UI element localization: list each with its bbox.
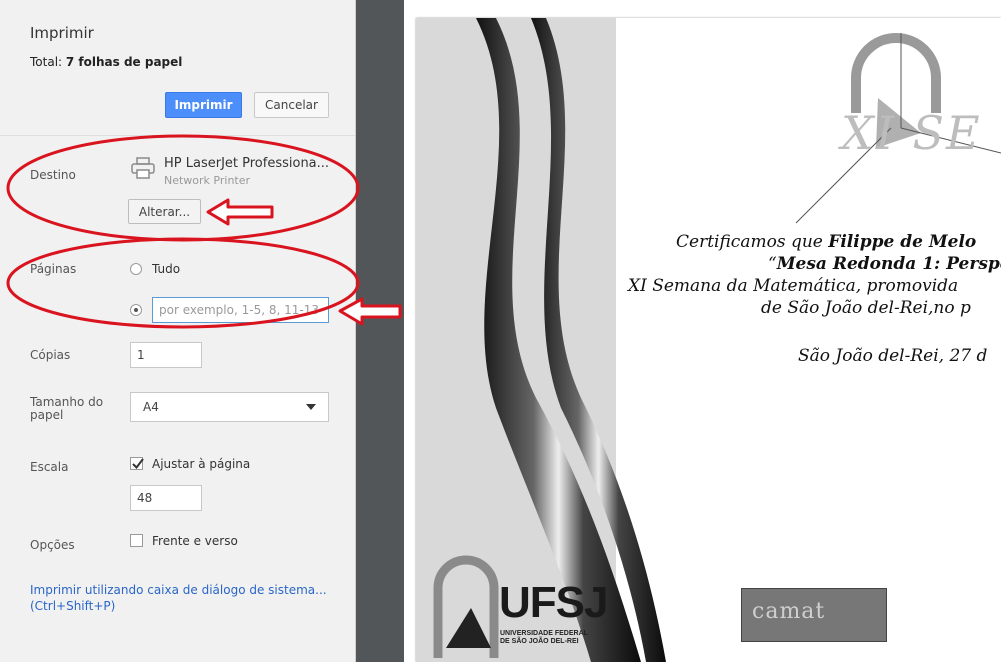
camat-logo-text: camat [752, 599, 826, 624]
chevron-down-icon [306, 404, 316, 410]
total-value: 7 folhas de papel [65, 55, 183, 69]
paper-size-value: A4 [143, 400, 159, 414]
pages-label: Páginas [30, 262, 77, 276]
preview-divider [356, 0, 404, 662]
ufsj-logo-subtitle: UNIVERSIDADE FEDERAL DE SÃO JOÃO DEL-REI [500, 630, 588, 646]
checkmark-icon [132, 458, 144, 470]
certificate-line-1: Certificamos que Filippe de Melo [676, 232, 976, 252]
system-dialog-link-line2: (Ctrl+Shift+P) [30, 599, 116, 613]
options-label: Opções [30, 538, 75, 552]
pages-custom-radio[interactable] [130, 304, 142, 316]
fit-to-page-label: Ajustar à página [152, 457, 251, 471]
printer-type: Network Printer [164, 174, 251, 187]
print-settings-panel: Imprimir Total: 7 folhas de papel Imprim… [0, 0, 356, 662]
fit-to-page-checkbox[interactable] [130, 457, 144, 470]
page-preview[interactable]: XI SE Certificamos que Filippe de Melo “… [416, 18, 1001, 662]
certificate-line-4: de São João del-Rei,no p [761, 298, 971, 318]
certificate-line-1-pre: Certificamos que [676, 232, 829, 252]
duplex-label: Frente e verso [152, 534, 238, 548]
certificate-line-3: XI Semana da Matemática, promovida [628, 276, 959, 296]
paper-size-label-line2: papel [30, 408, 64, 422]
ufsj-subtitle-line2: DE SÃO JOÃO DEL-REI [500, 638, 579, 645]
camat-logo: camat [741, 588, 887, 642]
copies-input[interactable]: 1 [130, 342, 202, 368]
dialog-title: Imprimir [30, 24, 94, 42]
ufsj-subtitle-line1: UNIVERSIDADE FEDERAL [500, 630, 588, 637]
printer-name: HP LaserJet Professiona... [164, 156, 330, 171]
paper-size-label: Tamanho do papel [30, 396, 103, 422]
destination-label: Destino [30, 168, 76, 182]
paper-size-select[interactable]: A4 [130, 392, 329, 422]
pages-all-label: Tudo [152, 262, 181, 276]
scale-label: Escala [30, 460, 69, 474]
ufsj-logo-text: UFSJ [499, 578, 608, 627]
change-destination-button[interactable]: Alterar... [128, 199, 201, 224]
scale-input[interactable]: 48 [130, 485, 202, 511]
certificate-line-2-bold: Mesa Redonda 1: Perspe [776, 254, 1001, 274]
total-sheets: Total: 7 folhas de papel [30, 55, 182, 69]
certificate-line-2-pre: “ [768, 254, 777, 274]
certificate-line-2: “Mesa Redonda 1: Perspe [768, 254, 1001, 274]
header-divider [0, 135, 355, 136]
copies-label: Cópias [30, 348, 71, 362]
system-dialog-link[interactable]: Imprimir utilizando caixa de diálogo de … [30, 582, 327, 614]
printer-icon [130, 156, 156, 180]
event-logo-text: XI SE [841, 106, 982, 160]
cancel-button[interactable]: Cancelar [254, 92, 329, 118]
pages-range-input[interactable]: por exemplo, 1-5, 8, 11-13 [152, 297, 329, 323]
pages-all-radio[interactable] [130, 263, 142, 275]
certificate-date: São João del-Rei, 27 d [798, 346, 988, 366]
certificate-line-1-bold: Filippe de Melo [828, 232, 977, 252]
print-button[interactable]: Imprimir [165, 92, 242, 118]
total-label: Total: [30, 55, 66, 69]
system-dialog-link-line1: Imprimir utilizando caixa de diálogo de … [30, 583, 327, 597]
duplex-checkbox[interactable] [130, 534, 143, 547]
